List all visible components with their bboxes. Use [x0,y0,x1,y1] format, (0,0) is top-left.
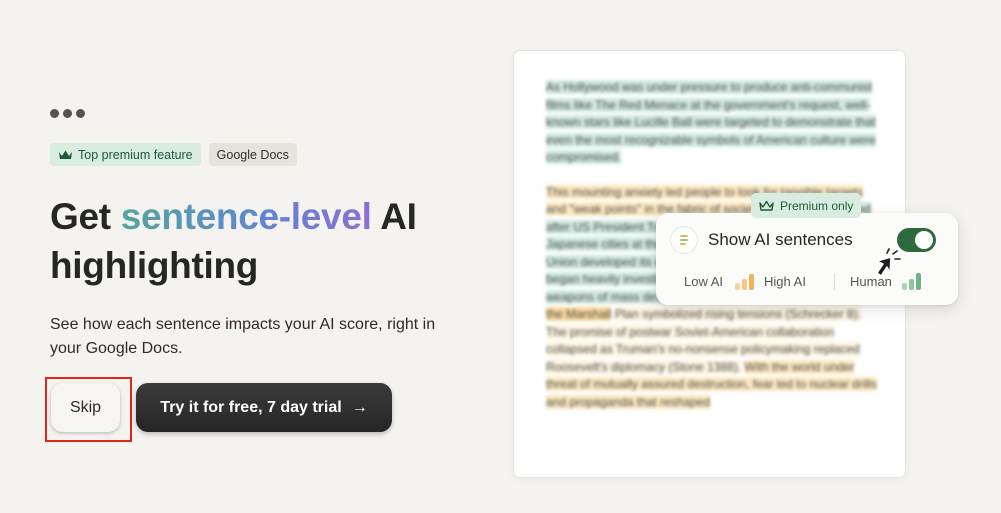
legend-low-ai-label: Low AI [684,273,724,289]
show-ai-sentences-label: Show AI sentences [708,230,853,249]
docs-icon [670,226,698,254]
skip-button[interactable]: Skip [51,383,120,432]
legend-ai-scale: Low AI High AI [684,272,806,290]
google-docs-badge: Google Docs [208,143,297,166]
docs-lines-icon [680,235,688,245]
toggle-knob [915,231,933,249]
try-free-trial-button[interactable]: Try it for free, 7 day trial → [136,383,392,432]
doc-paragraph-1: As Hollywood was under pressure to produ… [546,79,878,167]
legend-divider [834,273,835,291]
page-title: Get sentence-level AI highlighting [50,192,450,290]
arrow-right-icon: → [351,398,368,416]
headline-prefix: Get [50,196,121,237]
premium-only-badge: Premium only [751,193,862,218]
subtitle: See how each sentence impacts your AI sc… [50,316,436,357]
ai-signal-bars-icon [735,272,755,290]
legend-high-ai-label: High AI [764,273,806,289]
headline-highlight: sentence-level [120,196,372,237]
trial-button-label: Try it for free, 7 day trial [160,398,342,416]
google-docs-label: Google Docs [216,147,289,162]
legend-human-label: Human [850,273,892,289]
human-signal-bars-icon [901,272,921,290]
crown-icon [59,150,72,159]
premium-only-label: Premium only [780,198,854,213]
doc-sentence: As Hollywood was under pressure to produ… [546,80,876,164]
premium-feature-label: Top premium feature [78,147,193,162]
more-dots-icon [50,109,85,118]
premium-feature-badge: Top premium feature [50,143,201,166]
ai-sentences-card [656,213,958,305]
crown-icon [759,200,774,211]
feature-badges: Top premium feature Google Docs [50,143,297,166]
legend-human: Human [850,272,921,290]
